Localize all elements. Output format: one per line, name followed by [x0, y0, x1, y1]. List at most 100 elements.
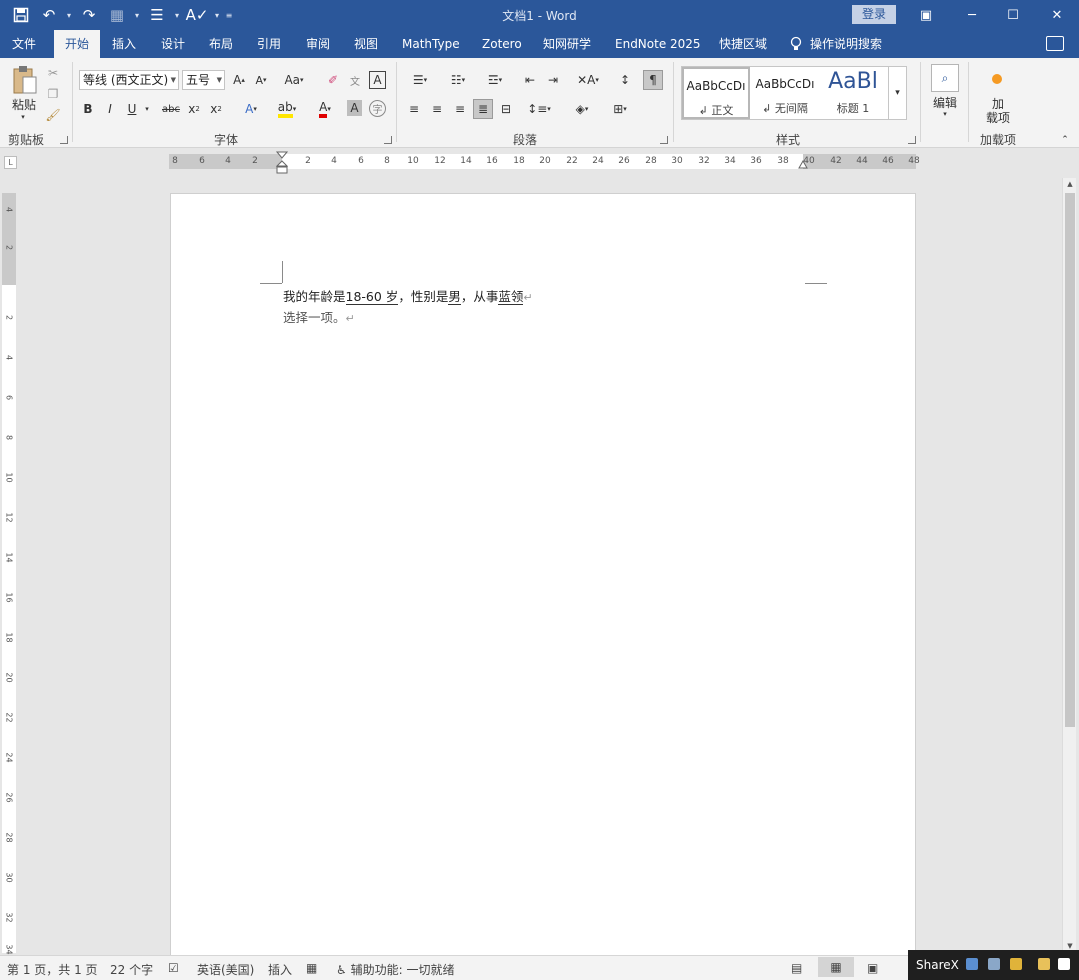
add-ins-icon[interactable]: [990, 72, 1004, 86]
styles-more-icon[interactable]: ▾: [888, 67, 906, 119]
print-layout-icon[interactable]: ▦: [818, 957, 854, 977]
shrink-font-icon[interactable]: A ▾: [252, 70, 270, 90]
strikethrough-icon[interactable]: abc: [159, 99, 183, 119]
paragraph-launcher-icon[interactable]: [660, 136, 668, 144]
web-layout-icon[interactable]: ▣: [867, 961, 878, 975]
editing-dropdown-icon[interactable]: ▾: [938, 109, 952, 119]
clear-formatting-icon[interactable]: ✐: [324, 70, 342, 90]
align-center-icon[interactable]: ≡: [427, 99, 447, 119]
show-formatting-marks-icon[interactable]: ¶: [643, 70, 663, 90]
phonetic-guide-icon[interactable]: 文: [346, 70, 364, 90]
character-border-icon[interactable]: A: [369, 71, 386, 89]
tab-endnote[interactable]: EndNote 2025: [615, 30, 701, 58]
italic-icon[interactable]: I: [102, 99, 118, 119]
add-ins-label-2[interactable]: 载项: [984, 110, 1012, 125]
numbering-icon[interactable]: ☷ ▾: [442, 70, 474, 90]
vertical-ruler[interactable]: 4 2 2 4 6 8 10 12 14 16 18 20 22 24 26 28 30 32 34: [2, 193, 16, 955]
customize-qat-icon[interactable]: ≡: [224, 3, 234, 27]
read-mode-icon[interactable]: ▤: [791, 961, 802, 975]
word-count[interactable]: 22 个字: [110, 961, 153, 978]
multilevel-list-icon[interactable]: ☰: [144, 3, 170, 27]
font-size-combo[interactable]: 五号 ▼: [182, 70, 225, 90]
styles-launcher-icon[interactable]: [908, 136, 916, 144]
macro-recording-icon[interactable]: ▦: [306, 961, 317, 975]
highlight-color-icon[interactable]: ab ▾: [271, 99, 303, 119]
cut-icon[interactable]: ✂: [44, 64, 62, 82]
document-page[interactable]: 我的年龄是18-60 岁，性别是男，从事蓝领↵ 选择一项。↵: [170, 193, 916, 963]
tab-mathtype[interactable]: MathType: [402, 30, 460, 58]
redo-icon[interactable]: ↷: [76, 3, 102, 27]
tab-quick-area[interactable]: 快捷区域: [719, 30, 767, 58]
tab-layout[interactable]: 布局: [209, 30, 233, 58]
text-effects-icon[interactable]: A ▾: [238, 99, 264, 119]
clipboard-launcher-icon[interactable]: [60, 136, 68, 144]
tell-me-search[interactable]: 操作说明搜索: [790, 30, 882, 58]
scrollbar-thumb[interactable]: [1065, 193, 1075, 727]
tab-home[interactable]: 开始: [54, 30, 101, 59]
save-icon[interactable]: [8, 3, 34, 27]
align-left-icon[interactable]: ≡: [404, 99, 424, 119]
undo-dropdown-icon[interactable]: ▾: [64, 3, 74, 27]
underline-dropdown-icon[interactable]: ▾: [142, 99, 152, 119]
chinese-layout-icon[interactable]: ✕A ▾: [573, 70, 603, 90]
find-icon[interactable]: ⌕: [931, 64, 959, 92]
align-right-icon[interactable]: ≡: [450, 99, 470, 119]
character-shading-icon[interactable]: A: [347, 100, 362, 116]
spelling-check-icon[interactable]: A✓: [184, 3, 210, 27]
language-indicator[interactable]: 英语(美国): [197, 961, 254, 978]
format-painter-icon[interactable]: 🖌: [44, 106, 62, 124]
grow-font-icon[interactable]: A ▴: [230, 70, 248, 90]
copy-icon[interactable]: ❐: [44, 85, 62, 103]
paste-dropdown-icon[interactable]: ▾: [16, 112, 30, 122]
tab-cnki[interactable]: 知网研学: [543, 30, 591, 58]
scroll-up-icon[interactable]: ▲: [1063, 178, 1077, 191]
style-no-spacing[interactable]: AaBbCcDı ↲ 无间隔: [751, 67, 819, 119]
change-case-icon[interactable]: Aa ▾: [280, 70, 308, 90]
capture-history-icon[interactable]: [1010, 958, 1022, 970]
screen-capture-icon[interactable]: [966, 958, 978, 970]
maximize-button[interactable]: ☐: [990, 0, 1036, 30]
enclose-characters-icon[interactable]: 字: [369, 100, 386, 117]
superscript-icon[interactable]: x2: [208, 99, 224, 119]
right-indent-marker-icon[interactable]: [798, 160, 808, 170]
minimize-button[interactable]: ─: [949, 0, 995, 30]
placeholder-text[interactable]: 选择一项。: [283, 310, 346, 325]
comments-icon[interactable]: [1046, 36, 1064, 51]
gender-dropdown-field[interactable]: 男: [448, 289, 461, 305]
tab-view[interactable]: 视图: [354, 30, 378, 58]
accessibility-checker[interactable]: ♿ 辅助功能: 一切就绪: [336, 961, 454, 978]
font-launcher-icon[interactable]: [384, 136, 392, 144]
tray-folder-icon[interactable]: [1038, 958, 1050, 970]
style-normal[interactable]: AaBbCcDı ↲ 正文: [682, 67, 750, 119]
list-dropdown-icon[interactable]: ▾: [172, 3, 182, 27]
justify-icon[interactable]: ≣: [473, 99, 493, 119]
distributed-icon[interactable]: ⊟: [496, 99, 516, 119]
tab-review[interactable]: 审阅: [306, 30, 330, 58]
document-body[interactable]: 我的年龄是18-60 岁，性别是男，从事蓝领↵ 选择一项。↵: [283, 287, 533, 329]
proofing-icon[interactable]: ☑: [168, 961, 179, 975]
spelling-dropdown-icon[interactable]: ▾: [212, 3, 222, 27]
paste-label[interactable]: 粘贴: [10, 96, 38, 112]
editing-label[interactable]: 编辑: [929, 94, 961, 110]
paste-icon[interactable]: [10, 64, 40, 96]
increase-indent-icon[interactable]: ⇥: [543, 70, 563, 90]
tab-insert[interactable]: 插入: [112, 30, 136, 58]
line-spacing-icon[interactable]: ↕≡ ▾: [524, 99, 554, 119]
occupation-dropdown-field[interactable]: 蓝领: [498, 289, 524, 305]
decrease-indent-icon[interactable]: ⇤: [520, 70, 540, 90]
font-size-dropdown-icon[interactable]: ▼: [217, 71, 222, 89]
borders-icon[interactable]: ⊞ ▾: [604, 99, 636, 119]
collapse-ribbon-icon[interactable]: ⌃: [1058, 134, 1072, 146]
tab-references[interactable]: 引用: [257, 30, 281, 58]
style-heading-1[interactable]: AaBl 标题 1: [819, 67, 887, 119]
undo-icon[interactable]: ↶: [36, 3, 62, 27]
tab-design[interactable]: 设计: [161, 30, 185, 58]
ribbon-display-options-icon[interactable]: ▣: [903, 0, 949, 30]
tab-selector[interactable]: L: [4, 156, 17, 169]
sort-icon[interactable]: ↕: [615, 70, 635, 90]
indent-markers-icon[interactable]: [276, 151, 288, 175]
font-name-combo[interactable]: 等线 (西文正文) ▼: [79, 70, 179, 90]
sharex-label[interactable]: ShareX: [916, 958, 959, 972]
font-color-icon[interactable]: A ▾: [309, 99, 341, 119]
bold-icon[interactable]: B: [80, 99, 96, 119]
